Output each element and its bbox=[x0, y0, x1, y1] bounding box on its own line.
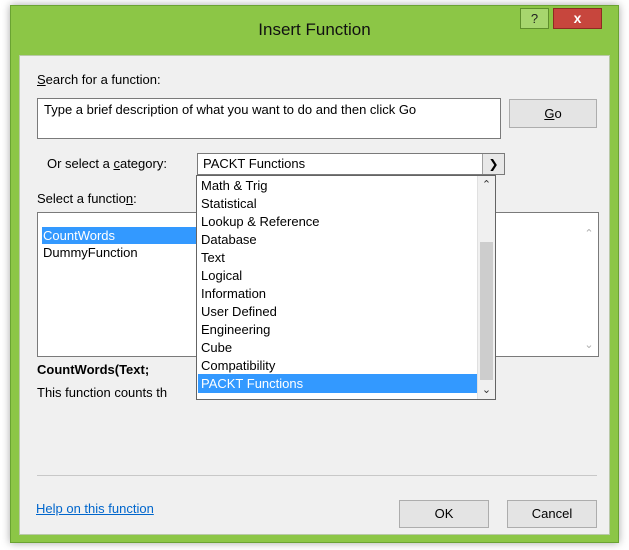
category-dropdown-list[interactable]: Math & Trig Statistical Lookup & Referen… bbox=[196, 175, 496, 400]
dropdown-option[interactable]: Engineering bbox=[198, 320, 477, 339]
title-bar[interactable]: Insert Function ? x bbox=[11, 6, 618, 53]
dropdown-option[interactable]: Compatibility bbox=[198, 356, 477, 375]
down-arrow-icon[interactable]: ⌄ bbox=[478, 381, 495, 399]
dropdown-option[interactable]: User Defined bbox=[198, 302, 477, 321]
dropdown-option[interactable]: Statistical bbox=[198, 194, 477, 213]
up-arrow-icon[interactable]: ⌃ bbox=[478, 176, 495, 194]
dropdown-scrollbar[interactable]: ⌃ ⌄ bbox=[477, 176, 495, 399]
dropdown-option-selected[interactable]: PACKT Functions bbox=[198, 374, 477, 393]
dropdown-option[interactable]: Logical bbox=[198, 266, 477, 285]
category-selected-value: PACKT Functions bbox=[203, 156, 306, 171]
dropdown-option[interactable]: Cube bbox=[198, 338, 477, 357]
close-button[interactable]: x bbox=[553, 8, 602, 29]
divider bbox=[37, 475, 597, 476]
dropdown-option[interactable]: Text bbox=[198, 248, 477, 267]
cancel-button[interactable]: Cancel bbox=[507, 500, 597, 528]
chevron-down-icon[interactable]: ❯ bbox=[482, 154, 504, 174]
dropdown-option[interactable]: Database bbox=[198, 230, 477, 249]
function-signature: CountWords(Text; bbox=[37, 362, 150, 377]
category-label: Or select a category: bbox=[47, 156, 167, 171]
search-label: Search for a function: bbox=[37, 72, 161, 87]
function-description: This function counts th bbox=[37, 385, 168, 400]
dropdown-option[interactable]: Math & Trig bbox=[198, 176, 477, 195]
help-icon: ? bbox=[530, 11, 539, 26]
help-button[interactable]: ? bbox=[520, 8, 549, 29]
ok-button[interactable]: OK bbox=[399, 500, 489, 528]
close-icon: x bbox=[573, 10, 582, 26]
search-input[interactable]: Type a brief description of what you wan… bbox=[37, 98, 501, 139]
dropdown-option[interactable]: Lookup & Reference bbox=[198, 212, 477, 231]
go-button[interactable]: Go bbox=[509, 99, 597, 128]
list-item[interactable]: DummyFunction bbox=[42, 244, 138, 261]
help-on-function-link[interactable]: Help on this function bbox=[36, 501, 154, 516]
function-list-label: Select a function: bbox=[37, 191, 137, 206]
scroll-up-icon[interactable]: ⌃ bbox=[582, 227, 596, 240]
category-select[interactable]: PACKT Functions ❯ bbox=[197, 153, 505, 175]
scroll-down-icon[interactable]: ⌄ bbox=[582, 338, 596, 351]
scrollbar-thumb[interactable] bbox=[480, 242, 493, 380]
dropdown-option[interactable]: Information bbox=[198, 284, 477, 303]
